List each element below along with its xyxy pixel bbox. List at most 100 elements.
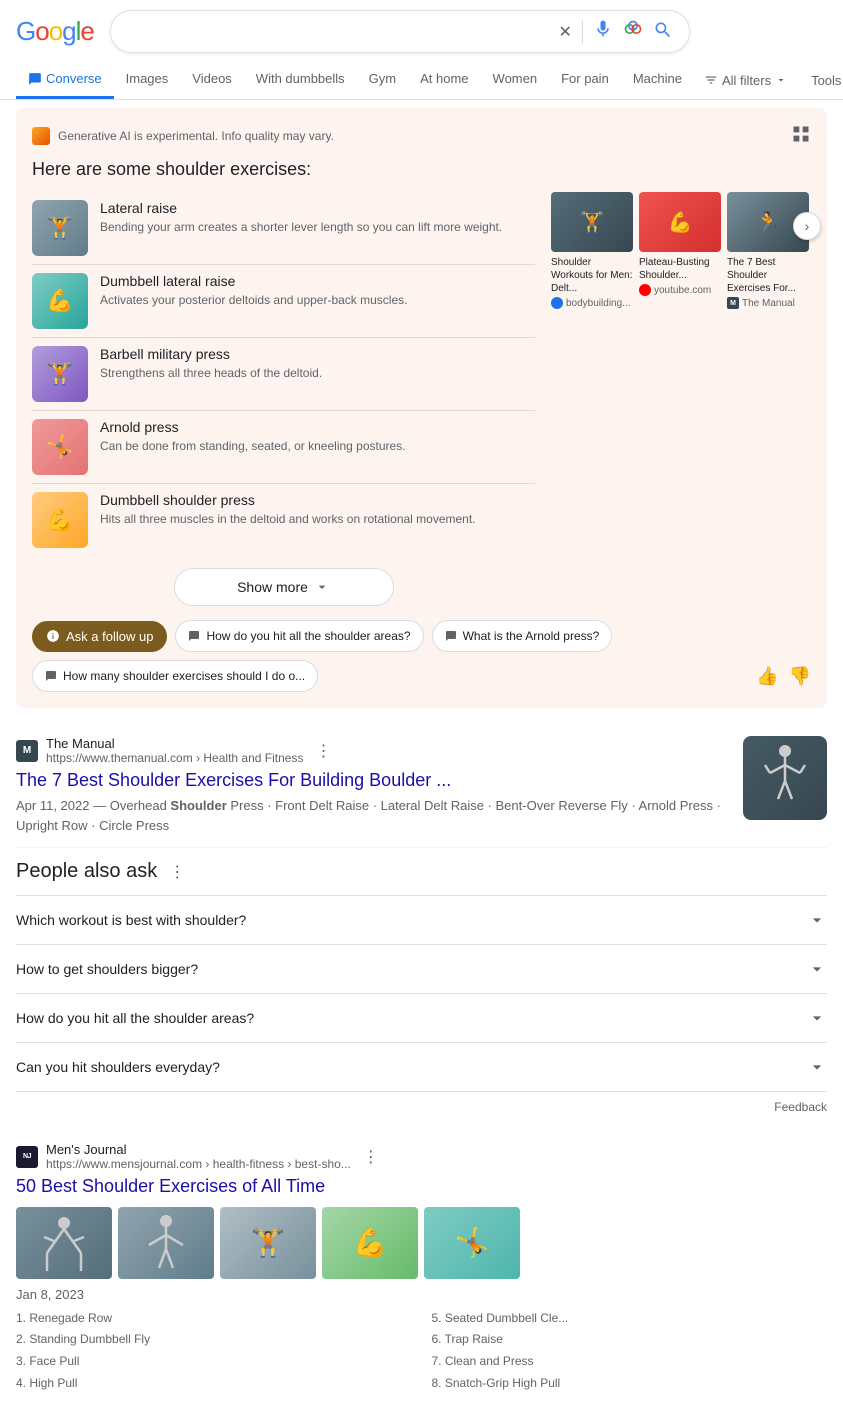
exercise-item-5[interactable]: 💪 Dumbbell shoulder press Hits all three… xyxy=(32,484,535,556)
result-1-title[interactable]: The 7 Best Shoulder Exercises For Buildi… xyxy=(16,769,731,792)
paa-header: People also ask ⋮ xyxy=(16,860,827,883)
exercise-desc-5: Hits all three muscles in the deltoid an… xyxy=(100,511,476,528)
chip-label-3: How many shoulder exercises should I do … xyxy=(63,669,305,683)
chip-label-2: What is the Arnold press? xyxy=(463,629,600,643)
tab-machine[interactable]: Machine xyxy=(621,61,694,99)
tab-images[interactable]: Images xyxy=(114,61,181,99)
list-item-4: 4. High Pull xyxy=(16,1373,412,1395)
tab-at-home[interactable]: At home xyxy=(408,61,480,99)
exercise-info-3: Barbell military press Strengthens all t… xyxy=(100,346,322,402)
exercise-item-3[interactable]: 🏋️ Barbell military press Strengthens al… xyxy=(32,338,535,411)
chip-label-1: How do you hit all the shoulder areas? xyxy=(206,629,410,643)
video-thumb-2: 💪 xyxy=(639,192,721,252)
exercise-thumb-1: 🏋️ xyxy=(32,200,88,256)
chevron-down-icon-3 xyxy=(807,1008,827,1028)
chevron-down-icon xyxy=(775,74,787,86)
result-1-menu-dots[interactable]: ⋮ xyxy=(315,741,331,761)
ai-content: 🏋️ Lateral raise Bending your arm create… xyxy=(32,192,811,606)
chip-icon-2 xyxy=(445,630,457,642)
chip-icon-3 xyxy=(45,670,57,682)
search-input[interactable]: shoulder workout xyxy=(127,23,551,41)
tab-videos[interactable]: Videos xyxy=(180,61,244,99)
lens-button[interactable] xyxy=(623,19,643,44)
video-thumb-1: 🏋️ xyxy=(551,192,633,252)
voice-search-button[interactable] xyxy=(593,19,613,44)
header: Google shoulder workout ✕ xyxy=(0,0,843,61)
followup-icon xyxy=(46,629,60,643)
next-video-button[interactable]: › xyxy=(793,212,821,240)
divider-line xyxy=(582,20,583,44)
ask-followup-button[interactable]: Ask a follow up xyxy=(32,621,167,652)
chip-icon-1 xyxy=(188,630,200,642)
video-title-3: The 7 Best Shoulder Exercises For... xyxy=(727,256,809,295)
result-item-2: NJ Men's Journal https://www.mensjournal… xyxy=(16,1130,827,1406)
video-card-1[interactable]: 🏋️ Shoulder Workouts for Men: Delt... bo… xyxy=(551,192,633,309)
paa-question-4: Can you hit shoulders everyday? xyxy=(16,1059,220,1075)
exercise-img-3: 🏋️ xyxy=(220,1207,316,1279)
video-title-1: Shoulder Workouts for Men: Delt... xyxy=(551,256,633,295)
video-card-2[interactable]: 💪 Plateau-Busting Shoulder... youtube.co… xyxy=(639,192,721,309)
paa-question-1: Which workout is best with shoulder? xyxy=(16,912,246,928)
paa-item-3[interactable]: How do you hit all the shoulder areas? xyxy=(16,994,827,1043)
exercise-desc-2: Activates your posterior deltoids and up… xyxy=(100,292,407,309)
video-card-3[interactable]: 🏃 The 7 Best Shoulder Exercises For... M… xyxy=(727,192,809,309)
tab-women-label: Women xyxy=(493,71,538,86)
exercise-desc-3: Strengthens all three heads of the delto… xyxy=(100,365,322,382)
list-item-7: 7. Clean and Press xyxy=(432,1351,828,1373)
exercises-list: 🏋️ Lateral raise Bending your arm create… xyxy=(32,192,535,606)
chevron-down-icon-1 xyxy=(807,910,827,930)
paa-menu-dots[interactable]: ⋮ xyxy=(169,862,185,882)
tab-for-pain-label: For pain xyxy=(561,71,609,86)
result-1-source-name: The Manual xyxy=(46,736,303,751)
search-button[interactable] xyxy=(653,20,673,43)
all-filters-button[interactable]: All filters xyxy=(694,67,797,94)
feedback-label: Feedback xyxy=(774,1100,827,1114)
video-source-1: bodybuilding... xyxy=(551,297,633,309)
converse-icon xyxy=(28,72,42,86)
tab-with-dumbbells[interactable]: With dumbbells xyxy=(244,61,357,99)
search-icon xyxy=(653,20,673,40)
clear-button[interactable]: ✕ xyxy=(558,22,571,42)
result-2-title[interactable]: 50 Best Shoulder Exercises of All Time xyxy=(16,1175,827,1198)
chip-1[interactable]: How do you hit all the shoulder areas? xyxy=(175,620,423,652)
tab-converse[interactable]: Converse xyxy=(16,61,114,99)
tab-with-dumbbells-label: With dumbbells xyxy=(256,71,345,86)
search-bar[interactable]: shoulder workout ✕ xyxy=(110,10,690,53)
exercise-thumb-2: 💪 xyxy=(32,273,88,329)
chevron-down-icon-2 xyxy=(807,959,827,979)
exercise-item-1[interactable]: 🏋️ Lateral raise Bending your arm create… xyxy=(32,192,535,265)
all-filters-label: All filters xyxy=(722,73,771,88)
exercise-img-5: 🤸 xyxy=(424,1207,520,1279)
exercise-name-4: Arnold press xyxy=(100,419,406,435)
result-2-list: 1. Renegade Row 5. Seated Dumbbell Cle..… xyxy=(16,1308,827,1394)
result-2-menu-dots[interactable]: ⋮ xyxy=(363,1147,379,1167)
result-1-source-url: https://www.themanual.com › Health and F… xyxy=(46,751,303,765)
paa-title: People also ask xyxy=(16,860,157,883)
exercise-thumb-5: 💪 xyxy=(32,492,88,548)
exercise-item-4[interactable]: 🤸 Arnold press Can be done from standing… xyxy=(32,411,535,484)
tab-women[interactable]: Women xyxy=(481,61,550,99)
exercise-desc-4: Can be done from standing, seated, or kn… xyxy=(100,438,406,455)
thumbs-down-button[interactable]: 👎 xyxy=(789,666,811,687)
paa-item-1[interactable]: Which workout is best with shoulder? xyxy=(16,895,827,945)
tools-button[interactable]: Tools xyxy=(801,67,843,94)
result-2-icon: NJ xyxy=(16,1146,38,1168)
feedback-link[interactable]: Feedback xyxy=(16,1100,827,1114)
chip-2[interactable]: What is the Arnold press? xyxy=(432,620,613,652)
result-1-thumbnail xyxy=(743,736,827,820)
tab-converse-label: Converse xyxy=(46,71,102,86)
result-1-date-snippet: Apr 11, 2022 — Overhead Shoulder Press ·… xyxy=(16,796,731,835)
paa-item-4[interactable]: Can you hit shoulders everyday? xyxy=(16,1043,827,1092)
tab-for-pain[interactable]: For pain xyxy=(549,61,621,99)
chip-3[interactable]: How many shoulder exercises should I do … xyxy=(32,660,318,692)
tab-gym[interactable]: Gym xyxy=(357,61,408,99)
list-item-5: 5. Seated Dumbbell Cle... xyxy=(432,1308,828,1330)
videos-row: 🏋️ Shoulder Workouts for Men: Delt... bo… xyxy=(551,192,811,309)
exercise-item-2[interactable]: 💪 Dumbbell lateral raise Activates your … xyxy=(32,265,535,338)
chevron-down-icon-4 xyxy=(807,1057,827,1077)
thumbs-up-button[interactable]: 👍 xyxy=(756,666,778,687)
paa-item-2[interactable]: How to get shoulders bigger? xyxy=(16,945,827,994)
exercise-images-row: 🏋️ 💪 🤸 xyxy=(16,1207,827,1279)
tab-at-home-label: At home xyxy=(420,71,468,86)
show-more-button[interactable]: Show more xyxy=(174,568,394,606)
